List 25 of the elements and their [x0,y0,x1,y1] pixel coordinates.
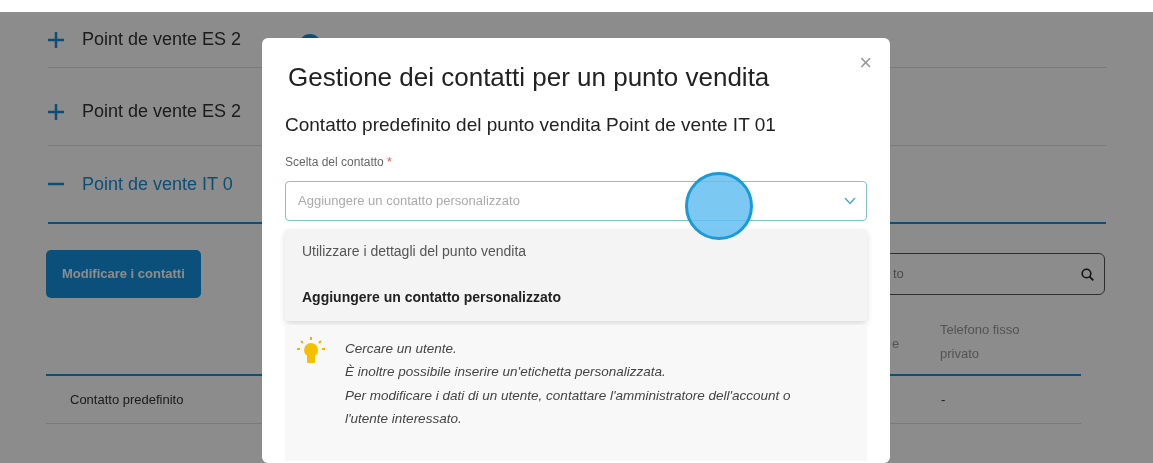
table-cell-text: - [941,391,946,409]
close-button[interactable]: × [859,52,872,74]
plus-icon[interactable] [48,103,64,120]
search-placeholder: to [893,265,904,284]
accordion-title[interactable]: Point de vente ES 2 [82,26,242,53]
field-label: Scelta del contatto [285,154,384,169]
column-header: e [892,335,901,353]
chevron-down-icon[interactable] [844,196,856,205]
modal-subtitle: Contatto predefinito del punto vendita Point de vente IT 01 [285,113,777,137]
search-icon[interactable] [1081,267,1094,281]
hint-text: Cercare un utente. [345,339,458,358]
dropdown-option[interactable]: Utilizzare i dettagli del punto vendita [285,228,867,275]
accordion-title[interactable]: Point de vente ES 2 [82,98,242,125]
required-mark: * [387,154,392,169]
hint-text: Per modificare i dati di un utente, contattare l'amministratore dell'account o [345,386,791,405]
accordion-title[interactable]: Point de vente IT 0 [82,170,233,198]
column-header: Telefono fisso privato [940,321,1021,363]
hint-text: l'utente interessato. [345,410,463,428]
modal-title: Gestione dei contatti per un punto vendita [288,61,770,94]
edit-contacts-button[interactable]: Modificare i contatti [46,250,201,298]
plus-icon[interactable] [48,31,64,48]
table-cell-text: Contatto predefinito [70,391,184,409]
dropdown-option[interactable]: Aggiungere un contatto personalizzato [285,274,867,321]
hint-text: È inoltre possibile inserire un'etichetta personalizzata. [345,363,667,381]
select-placeholder: Aggiungere un contatto personalizzato [298,191,520,210]
